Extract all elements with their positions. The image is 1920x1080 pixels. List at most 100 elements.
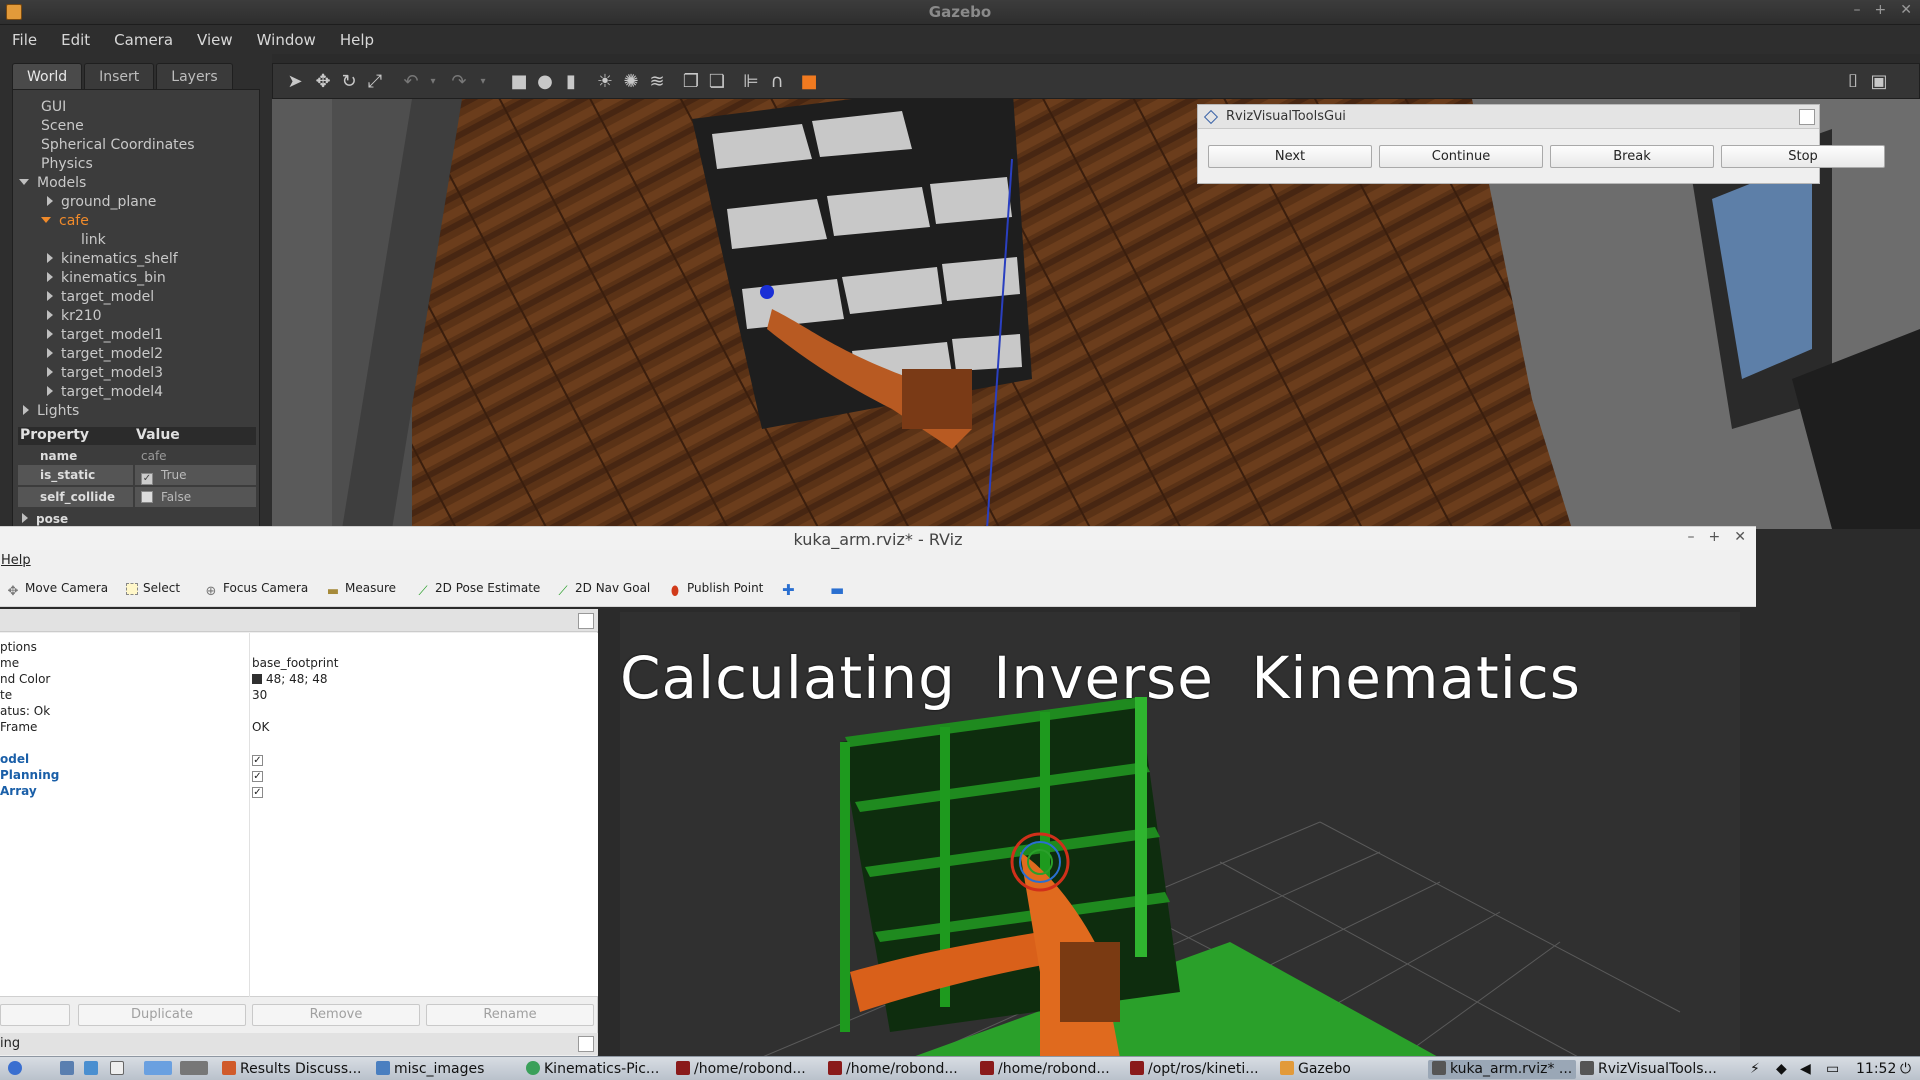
taskbar-item-opt-ros[interactable]: /opt/ros/kineti... — [1130, 1060, 1259, 1079]
tree-item-models[interactable]: Models — [19, 175, 86, 194]
select-tool[interactable]: Select — [126, 581, 180, 595]
rename-button[interactable]: Rename — [426, 1004, 594, 1026]
checkbox-icon[interactable]: ✓ — [252, 755, 263, 766]
remove-button[interactable]: Remove — [252, 1004, 420, 1026]
record-icon[interactable]: ▣ — [1869, 72, 1889, 92]
frame-rate-value[interactable]: 30 — [252, 687, 267, 703]
measure-tool[interactable]: ▬ Measure — [326, 581, 396, 599]
taskbar-item-rviz-visual-tools[interactable]: RvizVisualTools... — [1580, 1060, 1717, 1079]
duplicate-button[interactable]: Duplicate — [78, 1004, 246, 1026]
motion-planning-checkbox[interactable]: ✓ — [252, 767, 263, 783]
tree-item-target-model1[interactable]: target_model1 — [47, 327, 163, 346]
power-icon[interactable]: ⚡ — [1750, 1060, 1760, 1079]
view-angle-icon[interactable]: ■ — [799, 72, 819, 92]
paste-icon[interactable]: ❏ — [707, 72, 727, 92]
tree-item-cafe[interactable]: cafe — [41, 213, 89, 232]
tab-insert[interactable]: Insert — [84, 63, 155, 89]
tree-item-kinematics-bin[interactable]: kinematics_bin — [47, 270, 166, 289]
file-manager-icon[interactable] — [84, 1060, 102, 1079]
taskbar-item-terminal-1[interactable]: /home/robond... — [676, 1060, 806, 1079]
collapse-arrow-icon[interactable] — [47, 386, 53, 396]
fixed-frame-label[interactable]: me — [0, 655, 19, 671]
collapse-arrow-icon[interactable] — [47, 367, 53, 377]
checkbox-icon[interactable]: ✓ — [252, 771, 263, 782]
screenshot-icon[interactable]: ⌷ — [1843, 72, 1863, 92]
clock[interactable]: 11:52 — [1856, 1060, 1896, 1079]
property-value[interactable]: False — [135, 487, 256, 507]
tab-world[interactable]: World — [12, 63, 83, 89]
minimize-icon[interactable]: – — [1688, 529, 1695, 545]
maximize-icon[interactable]: + — [1875, 2, 1887, 18]
menu-edit[interactable]: Edit — [49, 31, 102, 49]
terminal-launcher-icon[interactable] — [110, 1060, 128, 1079]
taskbar-item-misc-images[interactable]: misc_images — [376, 1060, 484, 1079]
tree-item-physics[interactable]: Physics — [41, 156, 93, 175]
tree-item-target-model[interactable]: target_model — [47, 289, 154, 308]
stop-button[interactable]: Stop — [1721, 145, 1885, 168]
collapse-arrow-icon[interactable] — [47, 272, 53, 282]
menu-help[interactable]: Help — [328, 31, 386, 49]
select-icon[interactable]: ➤ — [285, 72, 305, 92]
close-icon[interactable]: ✕ — [1900, 2, 1912, 18]
collapse-arrow-icon[interactable] — [47, 253, 53, 263]
robot-model-display[interactable]: odel — [0, 751, 29, 767]
add-tool-icon[interactable]: ✚ — [782, 581, 795, 599]
taskbar-item-terminal-3[interactable]: /home/robond... — [980, 1060, 1110, 1079]
copy-icon[interactable]: ❐ — [681, 72, 701, 92]
undo-icon[interactable]: ↶ — [401, 72, 421, 92]
align-icon[interactable]: ⊫ — [741, 72, 761, 92]
network-icon[interactable]: ◆ — [1776, 1060, 1787, 1079]
menu-camera[interactable]: Camera — [102, 31, 185, 49]
global-status-row[interactable]: atus: Ok — [0, 703, 50, 719]
point-light-icon[interactable]: ☀ — [595, 72, 615, 92]
tree-item-kr210[interactable]: kr210 — [47, 308, 102, 327]
taskbar-item-results[interactable]: Results Discuss... — [222, 1060, 361, 1079]
collapse-arrow-icon[interactable] — [47, 348, 53, 358]
dialog-close-box[interactable] — [1799, 109, 1815, 125]
menu-help[interactable]: Help — [1, 553, 31, 568]
collapse-arrow-icon[interactable] — [47, 196, 53, 206]
redo-icon[interactable]: ↷ — [449, 72, 469, 92]
minimize-icon[interactable]: – — [1854, 2, 1861, 18]
tree-item-target-model3[interactable]: target_model3 — [47, 365, 163, 384]
tree-item-target-model2[interactable]: target_model2 — [47, 346, 163, 365]
collapse-arrow-icon[interactable] — [47, 310, 53, 320]
motion-planning-display[interactable]: Planning — [0, 767, 59, 783]
menu-file[interactable]: File — [0, 31, 49, 49]
tree-item-link[interactable]: link — [81, 232, 106, 251]
collapse-arrow-icon[interactable] — [47, 291, 53, 301]
checkbox-icon[interactable]: ✓ — [141, 473, 153, 485]
tree-item-scene[interactable]: Scene — [41, 118, 84, 137]
frame-rate-label[interactable]: te — [0, 687, 12, 703]
tree-item-kinematics-shelf[interactable]: kinematics_shelf — [47, 251, 178, 270]
nav-goal-tool[interactable]: ⟋ 2D Nav Goal — [556, 581, 650, 599]
taskbar-item-terminal-2[interactable]: /home/robond... — [828, 1060, 958, 1079]
directional-light-icon[interactable]: ≋ — [647, 72, 667, 92]
box-icon[interactable]: ■ — [509, 72, 529, 92]
publish-point-tool[interactable]: ⬮ Publish Point — [668, 581, 763, 599]
spot-light-icon[interactable]: ✺ — [621, 72, 641, 92]
cylinder-icon[interactable]: ▮ — [561, 72, 581, 92]
taskbar-item-rviz[interactable]: kuka_arm.rviz* ... — [1428, 1060, 1577, 1079]
tree-item-target-model4[interactable]: target_model4 — [47, 384, 163, 403]
tree-item-spherical-coordinates[interactable]: Spherical Coordinates — [41, 137, 195, 156]
continue-button[interactable]: Continue — [1379, 145, 1543, 168]
marker-array-display[interactable]: Array — [0, 783, 37, 799]
tree-item-ground-plane[interactable]: ground_plane — [47, 194, 156, 213]
menu-window[interactable]: Window — [245, 31, 328, 49]
fixed-frame-status-label[interactable]: Frame — [0, 719, 37, 735]
translate-icon[interactable]: ✥ — [313, 72, 333, 92]
marker-array-checkbox[interactable]: ✓ — [252, 783, 263, 799]
robot-model-checkbox[interactable]: ✓ — [252, 751, 263, 767]
taskbar-item-kinematics[interactable]: Kinematics-Pic... — [526, 1060, 659, 1079]
tab-layers[interactable]: Layers — [156, 63, 233, 89]
taskbar-item-gazebo[interactable]: Gazebo — [1280, 1060, 1351, 1079]
scale-icon[interactable]: ⤢ — [365, 72, 385, 92]
property-value[interactable]: ✓ True — [135, 465, 256, 485]
redo-history-icon[interactable]: ▾ — [473, 72, 493, 92]
snap-icon[interactable]: ∩ — [767, 72, 787, 92]
background-color-label[interactable]: nd Color — [0, 671, 50, 687]
panel-float-box[interactable] — [578, 1036, 594, 1052]
break-button[interactable]: Break — [1550, 145, 1714, 168]
shutdown-icon[interactable]: ⏻ — [1900, 1060, 1911, 1079]
